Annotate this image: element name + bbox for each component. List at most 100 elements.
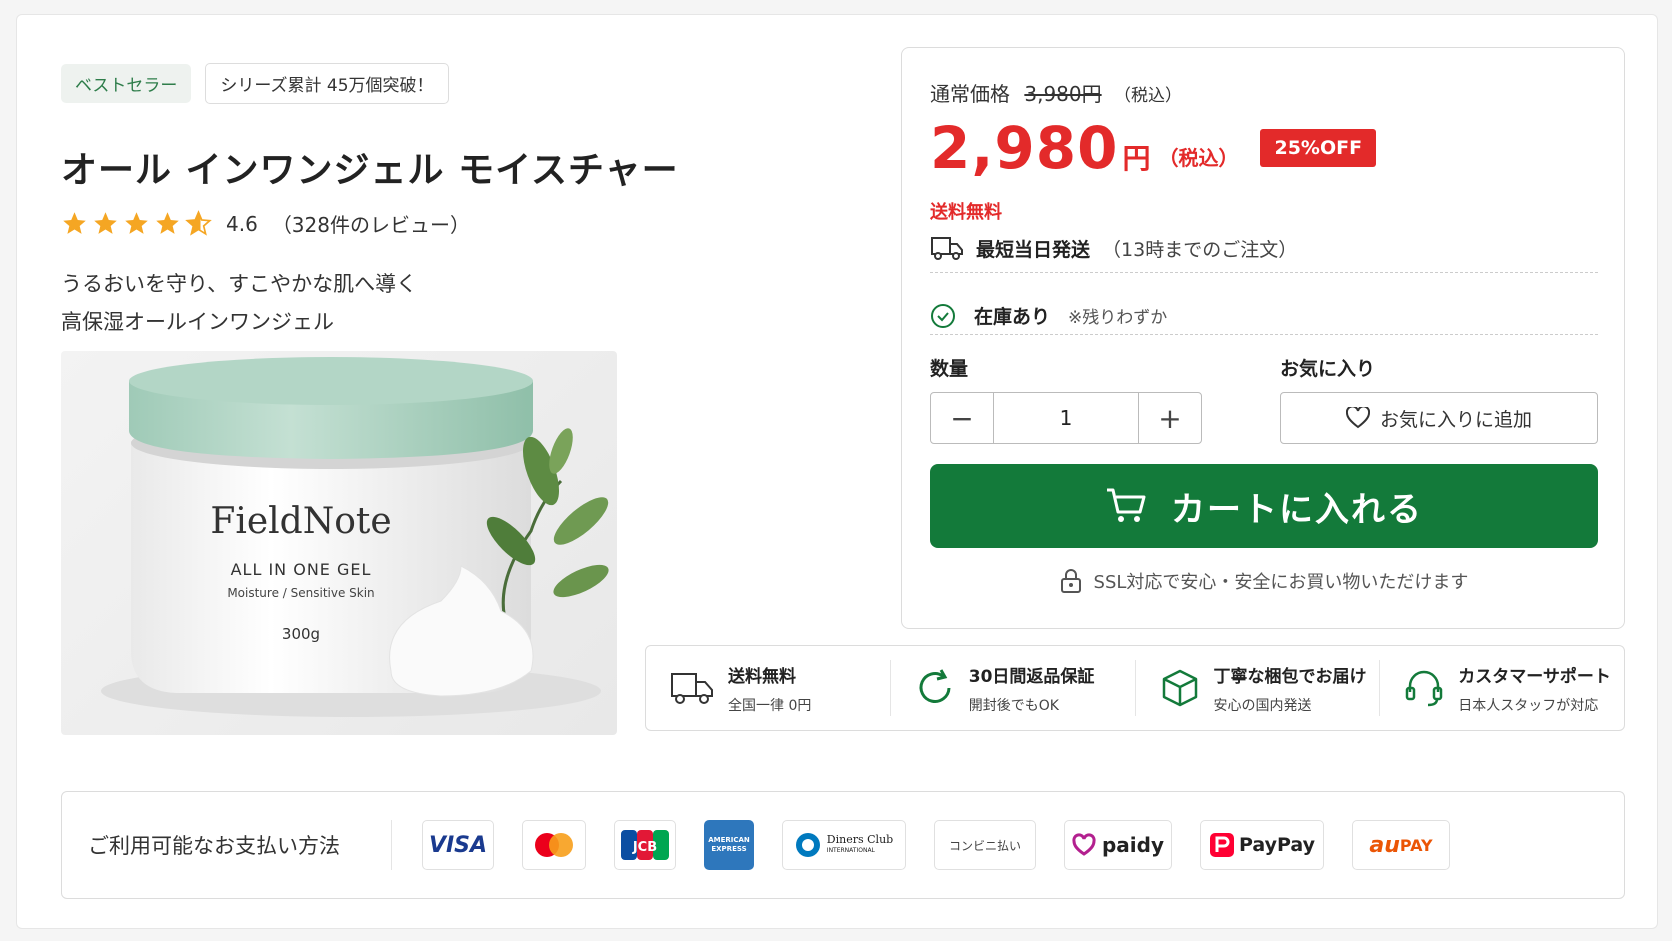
- add-to-favorites-button[interactable]: お気に入りに追加: [1280, 392, 1598, 444]
- feature-subtitle: 開封後でもOK: [968, 697, 1059, 714]
- mastercard-icon: [535, 833, 573, 857]
- product-description: うるおいを守り、すこやかな肌へ導く 高保湿オールインワンジェル: [61, 265, 417, 341]
- paidy-logo: paidy: [1064, 820, 1172, 870]
- stock-status: 在庫あり ※残りわずか: [930, 302, 1167, 329]
- description-line: うるおいを守り、すこやかな肌へ導く: [61, 272, 418, 296]
- au-pay-text: PAY: [1399, 835, 1433, 855]
- series-sales-badge: シリーズ累計 45万個突破！: [205, 63, 449, 104]
- regular-price-label: 通常価格: [930, 82, 1010, 106]
- half-star-icon: [185, 210, 212, 236]
- headset-icon: [1406, 670, 1443, 707]
- feature-title: 30日間返品保証: [968, 666, 1095, 687]
- amex-text: EXPRESS: [711, 845, 747, 853]
- jcb-logo: JCB: [614, 820, 676, 870]
- product-title: オール インワンジェル モイスチャー: [61, 150, 679, 191]
- jar-size-text: 300g: [282, 625, 320, 643]
- add-to-favorites-label: お気に入りに追加: [1379, 408, 1532, 431]
- purchase-panel: 通常価格 3,980円 （税込） 2,980 円 （税込） 25%OFF 送料無…: [901, 47, 1625, 629]
- badge-row: ベストセラー シリーズ累計 45万個突破！: [61, 63, 449, 104]
- box-icon: [1162, 669, 1197, 707]
- paypay-icon: [1209, 833, 1234, 857]
- lock-icon: [1060, 569, 1081, 593]
- regular-price-value: 3,980円: [1024, 82, 1102, 106]
- feature-careful-packing: 丁寧な梱包でお届け安心の国内発送: [1136, 660, 1381, 716]
- star-icon: [156, 212, 179, 234]
- jar-line1-text: ALL IN ONE GEL: [231, 560, 372, 579]
- feature-free-shipping: 送料無料全国一律 0円: [646, 660, 891, 716]
- quantity-input[interactable]: 1: [993, 393, 1139, 443]
- visa-logo: VISA: [422, 820, 494, 870]
- diners-text: INTERNATIONAL: [826, 847, 875, 854]
- check-circle-icon: [931, 303, 955, 328]
- amex-logo: AMERICAN EXPRESS: [704, 820, 754, 870]
- star-icon: [94, 212, 117, 234]
- add-to-cart-label: カートに入れる: [1171, 489, 1423, 530]
- star-icon: [125, 212, 148, 234]
- shipping-note: （13時までのご注文）: [1102, 238, 1298, 261]
- feature-title: 丁寧な梱包でお届け: [1213, 666, 1367, 687]
- regular-price: 通常価格 3,980円 （税込）: [930, 78, 1182, 107]
- paidy-icon: [1072, 833, 1096, 856]
- shipping-speed: 最短当日発送: [976, 238, 1091, 261]
- feature-subtitle: 安心の国内発送: [1213, 697, 1312, 714]
- feature-customer-support: カスタマーサポート 日本人スタッフが対応: [1380, 660, 1624, 716]
- feature-return-guarantee: 30日間返品保証開封後でもOK: [891, 660, 1136, 716]
- regular-price-tax: （税込）: [1113, 86, 1182, 106]
- divider: [930, 272, 1598, 273]
- product-image[interactable]: FieldNote ALL IN ONE GEL Moisture / Sens…: [61, 351, 617, 735]
- jcb-icon: JCB: [621, 830, 669, 860]
- service-features: 送料無料全国一律 0円 30日間返品保証開封後でもOK 丁寧な梱包でお届け安心の…: [645, 645, 1625, 731]
- review-count-link[interactable]: （328件のレビュー）: [272, 209, 470, 238]
- diners-club-icon: [795, 833, 820, 857]
- cart-icon: [1107, 488, 1146, 522]
- au-pay-text: au: [1369, 832, 1400, 858]
- rating-value: 4.6: [226, 211, 258, 236]
- sale-price-yen: 円: [1122, 142, 1151, 175]
- jar-line2-text: Moisture / Sensitive Skin: [227, 586, 374, 600]
- star-icon: [63, 212, 86, 234]
- konbini-payment: コンビニ払い: [934, 820, 1036, 870]
- feature-title: 送料無料: [728, 666, 796, 687]
- product-jar-illustration: FieldNote ALL IN ONE GEL Moisture / Sens…: [101, 357, 609, 717]
- amex-text: AMERICAN: [708, 836, 750, 844]
- paidy-text: paidy: [1101, 833, 1165, 857]
- paypay-logo: PayPay: [1200, 820, 1324, 870]
- jcb-text: JCB: [632, 840, 657, 855]
- quantity-decrease-button[interactable]: −: [931, 393, 993, 443]
- feature-subtitle: 全国一律 0円: [728, 697, 812, 714]
- truck-icon: [671, 673, 713, 704]
- shipping-info: 最短当日発送 （13時までのご注文）: [930, 234, 1297, 262]
- ssl-notice: SSL対応で安心・安全にお買い物いただけます: [902, 568, 1626, 594]
- stock-label: 在庫あり: [974, 306, 1051, 328]
- payment-methods-label: ご利用可能なお支払い方法: [62, 820, 392, 870]
- jar-brand-text: FieldNote: [210, 501, 391, 542]
- sale-price-tax: （税込）: [1158, 145, 1239, 170]
- quantity-increase-button[interactable]: +: [1139, 393, 1201, 443]
- divider: [930, 334, 1598, 335]
- rating-summary[interactable]: 4.6 （328件のレビュー）: [61, 209, 470, 238]
- add-to-cart-button[interactable]: カートに入れる: [930, 464, 1598, 548]
- discount-badge: 25%OFF: [1260, 129, 1377, 167]
- heart-icon: [1345, 407, 1370, 429]
- sale-price-row: 2,980 円 （税込） 25%OFF: [930, 114, 1377, 182]
- payment-logo-list: VISA JCB AMERICAN EXPRESS Diners Club IN…: [422, 820, 1450, 870]
- quantity-label: 数量: [930, 358, 969, 380]
- description-line: 高保湿オールインワンジェル: [61, 310, 334, 334]
- feature-subtitle: 日本人スタッフが対応: [1458, 697, 1599, 714]
- diners-text: Diners Club: [826, 833, 894, 846]
- paypay-text: PayPay: [1238, 834, 1316, 856]
- diners-club-logo: Diners Club INTERNATIONAL: [782, 820, 906, 870]
- visa-text: VISA: [428, 832, 488, 858]
- quantity-stepper: − 1 +: [930, 392, 1202, 444]
- truck-icon: [931, 237, 963, 260]
- favorite-label: お気に入り: [1280, 358, 1376, 380]
- return-icon: [919, 669, 951, 703]
- star-rating: [61, 210, 212, 237]
- ssl-text: SSL対応で安心・安全にお買い物いただけます: [1093, 572, 1469, 593]
- product-page: ベストセラー シリーズ累計 45万個突破！ オール インワンジェル モイスチャー…: [16, 14, 1658, 929]
- mastercard-logo: [522, 820, 586, 870]
- free-shipping-label: 送料無料: [930, 202, 1002, 223]
- stock-note: ※残りわずか: [1068, 308, 1168, 328]
- sale-price: 2,980: [930, 114, 1119, 182]
- au-pay-logo: au PAY: [1352, 820, 1450, 870]
